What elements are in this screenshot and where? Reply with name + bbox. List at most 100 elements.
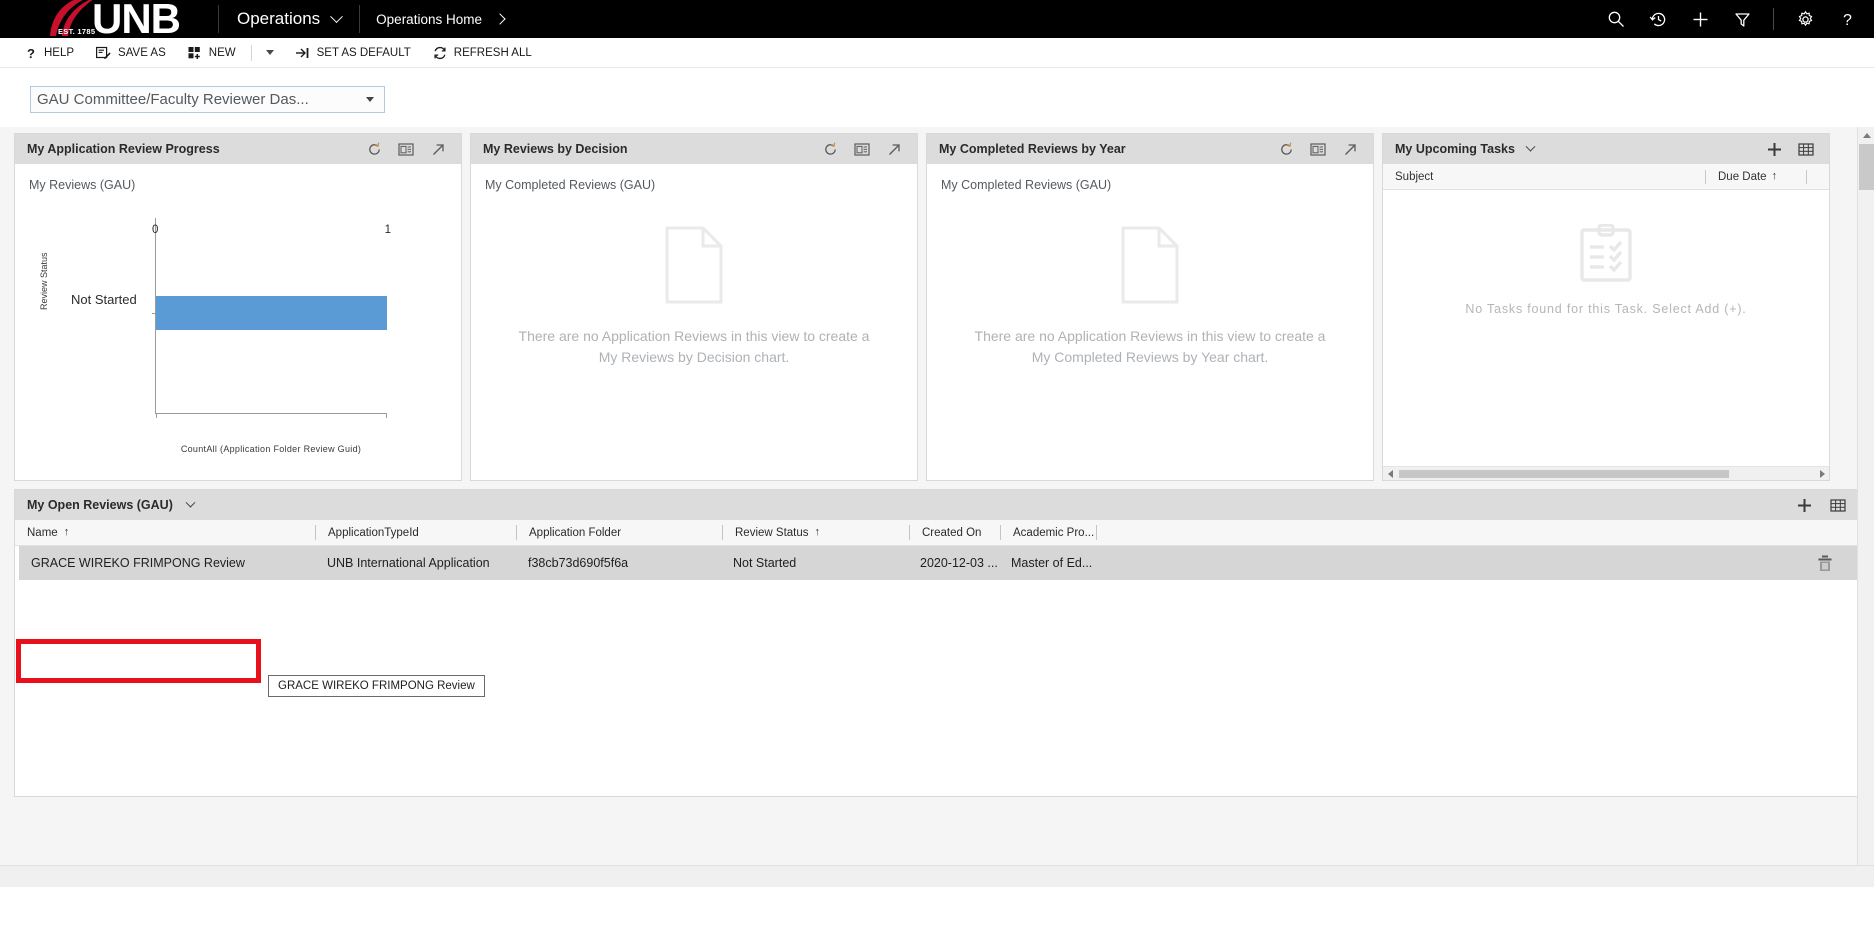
panel-header: My Completed Reviews by Year: [927, 134, 1373, 164]
empty-state-message: There are no Application Reviews in this…: [974, 328, 1326, 365]
cell-application-type-id: UNB International Application: [327, 556, 490, 570]
panel-title: My Upcoming Tasks: [1395, 142, 1515, 156]
cell-review-status: Not Started: [733, 556, 797, 570]
refresh-icon[interactable]: [361, 136, 387, 162]
refresh-icon[interactable]: [1273, 136, 1299, 162]
page-vertical-scrollbar[interactable]: [1857, 127, 1874, 887]
chart-type-icon[interactable]: [849, 136, 875, 162]
command-overflow-button[interactable]: [256, 38, 284, 68]
column-header-review-status[interactable]: Review Status ↑: [723, 520, 909, 545]
save-as-icon: [96, 46, 111, 59]
cell-academic-program: Master of Ed...: [1011, 556, 1093, 570]
chevron-down-glyph: [185, 497, 196, 508]
column-header-due-date-label: Due Date: [1718, 170, 1767, 183]
delete-row-icon[interactable]: [1817, 555, 1833, 575]
breadcrumb[interactable]: Operations Home: [360, 0, 520, 38]
grid-header: My Open Reviews (GAU): [15, 490, 1859, 520]
dashboard-canvas: My Application Review Progress My Review…: [0, 127, 1874, 887]
help-command[interactable]: ? HELP: [14, 38, 85, 68]
save-as-command[interactable]: SAVE AS: [85, 38, 177, 68]
arrow-up-glyph: [1862, 133, 1871, 138]
panel-title: My Completed Reviews by Year: [939, 142, 1126, 156]
panel-body: Subject Due Date ↑ No Tasks found for th…: [1383, 164, 1829, 480]
scroll-up-icon[interactable]: [1858, 127, 1874, 144]
filter-icon[interactable]: [1721, 0, 1763, 38]
gear-icon[interactable]: [1784, 0, 1826, 38]
bar-chart[interactable]: Review Status Not Started 0 1 CountAll (…: [15, 192, 461, 454]
empty-state: There are no Application Reviews in this…: [927, 226, 1373, 368]
x-tick-label-0: 0: [152, 224, 159, 236]
add-task-icon[interactable]: [1761, 136, 1787, 162]
sort-ascending-icon: ↑: [814, 526, 821, 538]
nav-icon-separator: [1773, 8, 1774, 30]
expand-icon[interactable]: [881, 136, 907, 162]
column-header-application-type-id[interactable]: ApplicationTypeId: [316, 520, 516, 545]
pin-icon: [295, 47, 309, 58]
column-separator: [1096, 525, 1097, 540]
help-icon[interactable]: ?: [1826, 0, 1868, 38]
chart-subtitle: My Reviews (GAU): [29, 178, 136, 192]
refresh-icon[interactable]: [817, 136, 843, 162]
chart-bar-not-started[interactable]: [156, 296, 387, 330]
column-header-application-folder[interactable]: Application Folder: [517, 520, 722, 545]
cell-name[interactable]: GRACE WIREKO FRIMPONG Review: [19, 546, 315, 580]
svg-text:?: ?: [27, 46, 35, 60]
column-header-name[interactable]: Name ↑: [15, 520, 315, 545]
panel-my-upcoming-tasks: My Upcoming Tasks Subject Due Date ↑ No …: [1382, 133, 1830, 481]
open-grid-icon[interactable]: [1793, 136, 1819, 162]
refresh-all-command[interactable]: REFRESH ALL: [422, 38, 543, 68]
empty-state: There are no Application Reviews in this…: [471, 226, 917, 368]
expand-icon[interactable]: [425, 136, 451, 162]
row-tooltip: GRACE WIREKO FRIMPONG Review: [268, 675, 485, 697]
tasks-horizontal-scrollbar[interactable]: [1383, 466, 1829, 480]
refresh-icon: [434, 46, 446, 59]
command-separator: [250, 44, 252, 61]
app-switcher[interactable]: Operations: [219, 0, 359, 38]
column-header-subject[interactable]: Subject: [1383, 164, 1705, 189]
panel-my-reviews-by-decision: My Reviews by Decision My Completed Revi…: [470, 133, 918, 481]
page-scrollbar-thumb[interactable]: [1859, 144, 1874, 190]
column-header-academic-program-label: Academic Pro...: [1013, 526, 1095, 539]
brand-established: EST. 1785: [58, 27, 96, 36]
column-header-application-folder-label: Application Folder: [529, 526, 622, 539]
expand-icon[interactable]: [1337, 136, 1363, 162]
open-grid-icon[interactable]: [1825, 492, 1851, 518]
scrollbar-thumb[interactable]: [1399, 469, 1729, 478]
chart-type-icon[interactable]: [1305, 136, 1331, 162]
column-header-created-on[interactable]: Created On: [910, 520, 1000, 545]
column-header-academic-program[interactable]: Academic Pro...: [1001, 520, 1096, 545]
search-icon[interactable]: [1595, 0, 1637, 38]
dashboard-view-select[interactable]: GAU Committee/Faculty Reviewer Das...: [30, 86, 385, 113]
new-command[interactable]: NEW: [177, 38, 247, 68]
new-icon: [188, 46, 200, 59]
chart-subtitle: My Completed Reviews (GAU): [485, 178, 656, 192]
arrow-left-glyph: [1387, 469, 1393, 478]
panel-my-open-reviews: My Open Reviews (GAU) Name ↑ Application…: [14, 489, 1860, 797]
view-selector-area: GAU Committee/Faculty Reviewer Das...: [0, 68, 1874, 127]
panel-title: My Application Review Progress: [27, 142, 220, 156]
column-header-name-label: Name: [27, 526, 58, 539]
new-command-label: NEW: [208, 46, 236, 59]
chart-y-axis-label: Review Status: [39, 252, 49, 310]
scroll-left-icon[interactable]: [1383, 467, 1397, 481]
column-header-due-date[interactable]: Due Date ↑: [1706, 164, 1806, 189]
table-row[interactable]: GRACE WIREKO FRIMPONG Review UNB Interna…: [15, 546, 1859, 580]
empty-document-icon: [665, 226, 723, 304]
scroll-right-icon[interactable]: [1815, 467, 1829, 481]
unb-logo[interactable]: UNB EST. 1785: [0, 0, 218, 38]
scrollbar-track[interactable]: [1397, 469, 1815, 479]
chart-type-icon[interactable]: [393, 136, 419, 162]
quick-create-icon[interactable]: [1679, 0, 1721, 38]
grid-view-chevron-down-icon[interactable]: [181, 492, 201, 518]
tasks-view-chevron-down-icon[interactable]: [1521, 136, 1541, 162]
app-name-label: Operations: [237, 9, 321, 28]
save-as-command-label: SAVE AS: [118, 46, 166, 59]
chevron-down-icon: [366, 97, 374, 102]
dashboard-view-value: GAU Committee/Faculty Reviewer Das...: [37, 91, 309, 108]
svg-text:?: ?: [1843, 12, 1852, 29]
add-record-icon[interactable]: [1791, 492, 1817, 518]
column-header-application-type-id-label: ApplicationTypeId: [328, 526, 419, 539]
set-as-default-command[interactable]: SET AS DEFAULT: [284, 38, 422, 68]
history-icon[interactable]: [1637, 0, 1679, 38]
